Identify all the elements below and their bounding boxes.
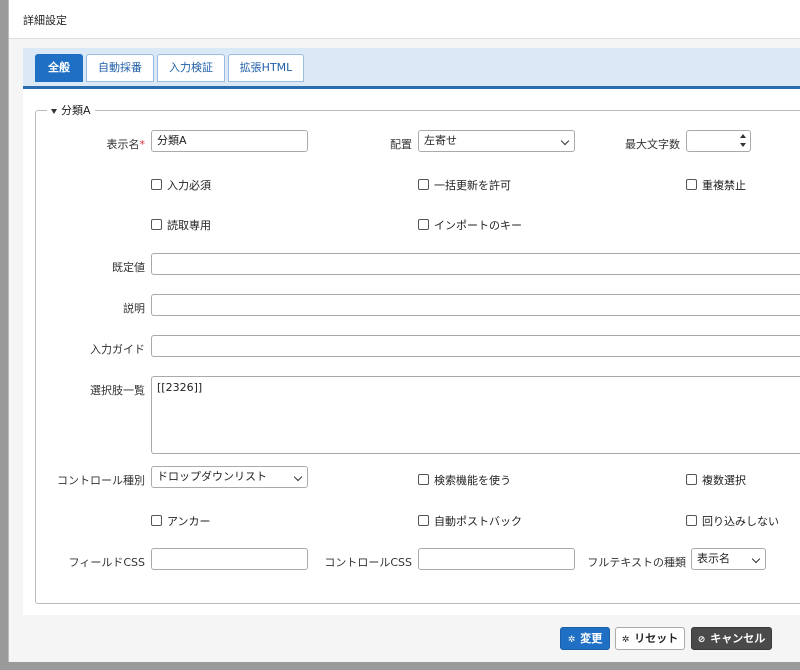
checkbox-box[interactable]	[418, 179, 429, 190]
fulltext-type-select[interactable]: 表示名	[691, 548, 766, 570]
tab-content: 分類A 表示名* 分類A 配置 左寄せ 最大文字数 入力必須 一括更新を許可 重…	[23, 89, 800, 615]
dialog-title-bar: 詳細設定	[9, 0, 800, 39]
spinner-arrows[interactable]	[736, 131, 750, 151]
default-value-label: 既定値	[112, 261, 145, 274]
checkbox-box[interactable]	[686, 179, 697, 190]
checkbox-anchor[interactable]: アンカー	[151, 513, 211, 529]
checkbox-box[interactable]	[418, 515, 429, 526]
control-type-label: コントロール種別	[57, 474, 145, 487]
reset-button[interactable]: ✲ リセット	[615, 627, 685, 650]
default-value-input[interactable]	[151, 253, 800, 275]
tab-extended-html[interactable]: 拡張HTML	[228, 54, 304, 82]
field-css-label: フィールドCSS	[68, 556, 145, 569]
settings-dialog: 詳細設定 全般 自動採番 入力検証 拡張HTML 分類A 表示名* 分類A 配置…	[8, 0, 800, 662]
checkbox-auto-postback[interactable]: 自動ポストバック	[418, 513, 522, 529]
tab-validation[interactable]: 入力検証	[157, 54, 225, 82]
display-name-input[interactable]: 分類A	[151, 130, 308, 152]
checkbox-multi-select[interactable]: 複数選択	[686, 472, 746, 488]
alignment-label: 配置	[390, 138, 412, 151]
checkbox-no-duplicates[interactable]: 重複禁止	[686, 177, 746, 193]
change-button[interactable]: ✲ 変更	[560, 627, 610, 650]
display-name-label: 表示名*	[106, 138, 146, 151]
choices-textarea[interactable]: [[2326]]	[151, 376, 800, 454]
chevron-down-icon	[293, 472, 303, 482]
description-label: 説明	[123, 302, 145, 315]
chevron-down-icon	[751, 554, 761, 564]
collapse-triangle-icon	[51, 108, 57, 114]
checkbox-box[interactable]	[686, 515, 697, 526]
checkbox-import-key[interactable]: インポートのキー	[418, 217, 522, 233]
cancel-icon: ⊘	[697, 635, 706, 645]
gear-icon: ✲	[567, 635, 576, 645]
max-length-spinner[interactable]	[686, 130, 751, 152]
checkbox-box[interactable]	[418, 219, 429, 230]
checkbox-read-only[interactable]: 読取専用	[151, 217, 211, 233]
checkbox-search-function[interactable]: 検索機能を使う	[418, 472, 511, 488]
tab-auto-numbering[interactable]: 自動採番	[86, 54, 154, 82]
checkbox-box[interactable]	[418, 474, 429, 485]
alignment-select[interactable]: 左寄せ	[418, 130, 575, 152]
control-type-select[interactable]: ドロップダウンリスト	[151, 466, 308, 488]
arrow-down-icon	[740, 143, 746, 147]
choices-label: 選択肢一覧	[90, 384, 145, 397]
fulltext-type-label: フルテキストの種類	[587, 556, 686, 569]
checkbox-bulk-update[interactable]: 一括更新を許可	[418, 177, 511, 193]
description-input[interactable]	[151, 294, 800, 316]
chevron-down-icon	[560, 136, 570, 146]
input-guide-input[interactable]	[151, 335, 800, 357]
checkbox-box[interactable]	[151, 515, 162, 526]
section-legend[interactable]: 分類A	[47, 102, 95, 118]
gear-icon: ✲	[621, 635, 630, 645]
field-css-input[interactable]	[151, 548, 308, 570]
max-length-label: 最大文字数	[625, 138, 680, 151]
cancel-button[interactable]: ⊘ キャンセル	[691, 627, 772, 650]
checkbox-box[interactable]	[151, 179, 162, 190]
tab-general[interactable]: 全般	[35, 54, 83, 82]
checkbox-no-wrap[interactable]: 回り込みしない	[686, 513, 779, 529]
tab-bar: 全般 自動採番 入力検証 拡張HTML	[23, 48, 800, 89]
required-mark: *	[139, 138, 146, 151]
checkbox-box[interactable]	[151, 219, 162, 230]
checkbox-box[interactable]	[686, 474, 697, 485]
checkbox-required[interactable]: 入力必須	[151, 177, 211, 193]
dialog-title: 詳細設定	[23, 14, 67, 27]
dialog-footer: ✲ 変更 ✲ リセット ⊘ キャンセル	[9, 615, 800, 662]
control-css-label: コントロールCSS	[324, 556, 412, 569]
control-css-input[interactable]	[418, 548, 575, 570]
input-guide-label: 入力ガイド	[90, 343, 145, 356]
arrow-up-icon	[740, 134, 746, 138]
